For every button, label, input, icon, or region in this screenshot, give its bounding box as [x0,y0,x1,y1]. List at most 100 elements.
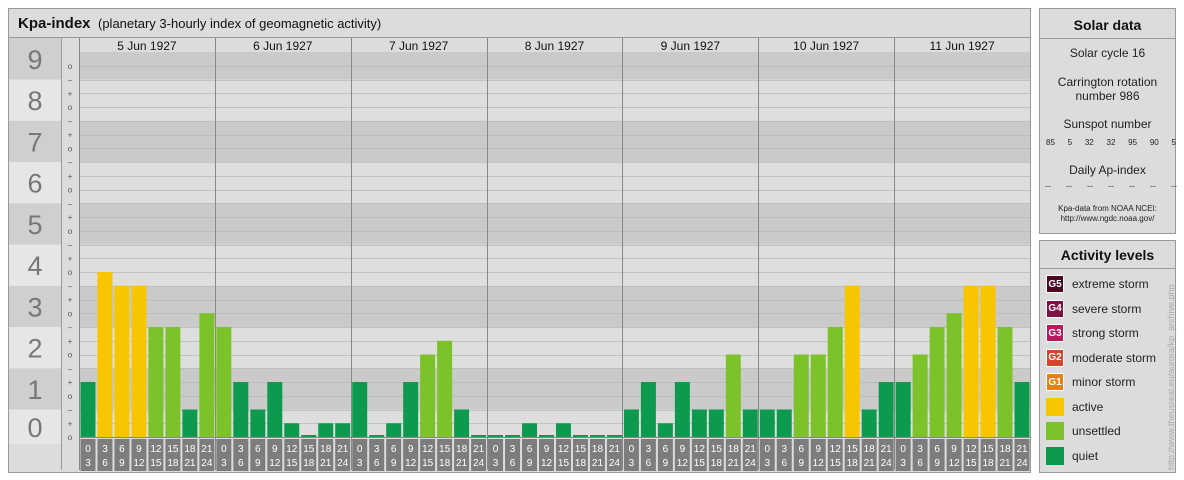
interval-start-label: 6 [798,444,804,455]
kp-bar [742,409,758,437]
interval-end-label: 12 [133,458,145,469]
interval-start-label: 0 [357,444,363,455]
interval-end-label: 15 [558,458,570,469]
kp-bar [114,285,130,437]
interval-start-label: 15 [439,444,451,455]
interval-end-label: 24 [337,458,349,469]
interval-start-label: 18 [592,444,604,455]
interval-end-label: 3 [900,458,906,469]
legend-label: extreme storm [1072,277,1149,291]
interval-start-label: 12 [150,444,162,455]
day-header-label: 7 Jun 1927 [389,39,449,53]
interval-end-label: 15 [150,458,162,469]
y-subtick-label: + [68,337,73,346]
legend-label: quiet [1072,448,1099,463]
kp-bar [267,382,283,437]
kp-bar [793,354,809,437]
activity-title-divider [1040,268,1175,269]
interval-end-label: 21 [864,458,876,469]
kp-bar [844,285,860,437]
kp-bar [725,354,741,437]
kp-bar [759,409,775,437]
y-subtick-label: o [68,103,73,112]
sunspot-value: 5 [1067,138,1073,147]
y-subtick-label: – [68,241,73,250]
interval-end-label: 12 [949,458,961,469]
carrington-line-2: number 986 [1075,89,1140,103]
y-tick-label: 5 [27,210,42,240]
kp-chart-panel: Kpa-index (planetary 3-hourly index of g… [8,8,1031,473]
y-subtick-label: + [68,296,73,305]
ap-value: -- [1171,181,1177,191]
data-credit-link[interactable]: http://www.ngdc.noaa.gov/ [1040,214,1175,224]
y-tick-label: 2 [27,334,42,364]
interval-end-label: 6 [510,458,516,469]
ap-value: -- [1150,181,1156,191]
y-subtick-label: o [68,433,73,442]
interval-start-label: 6 [934,444,940,455]
interval-end-label: 9 [663,458,669,469]
kp-bar [233,382,249,437]
band-3 [79,285,1030,327]
ap-index-title: Daily Ap-index [1069,163,1146,177]
interval-end-label: 6 [374,458,380,469]
interval-end-label: 18 [575,458,587,469]
interval-end-label: 21 [728,458,740,469]
legend-label: unsettled [1072,424,1121,438]
interval-end-label: 15 [966,458,978,469]
kp-bar [539,435,554,437]
interval-end-label: 6 [646,458,652,469]
interval-start-label: 15 [303,444,315,455]
y-subtick-label: o [68,392,73,401]
interval-start-label: 3 [102,444,108,455]
kp-bar [640,382,656,437]
ap-value: -- [1108,181,1114,191]
interval-end-label: 15 [694,458,706,469]
carrington-line-1: Carrington rotation [1057,75,1158,89]
y-subtick-label: + [68,89,73,98]
y-tick-label: 7 [27,127,42,157]
y-subtick-label: o [68,227,73,236]
kp-bar [674,382,690,437]
kp-bar [284,423,300,437]
interval-end-label: 9 [934,458,940,469]
interval-start-label: 15 [847,444,859,455]
kp-bar [963,285,979,437]
legend-label: moderate storm [1072,350,1157,365]
y-subtick-label: + [68,378,73,387]
sunspot-value: 32 [1106,138,1116,147]
interval-end-label: 3 [221,458,227,469]
y-tick-label: 4 [27,251,42,281]
legend-item: quiet [1046,446,1098,466]
interval-start-label: 0 [629,444,635,455]
y-subtick-label: – [68,323,73,332]
kp-bar [929,326,945,437]
activity-levels-title: Activity levels [1060,247,1155,263]
interval-start-label: 18 [184,444,196,455]
y-subtick-label: + [68,419,73,428]
kp-bar [369,435,385,437]
interval-end-label: 9 [391,458,397,469]
kp-bar [827,326,843,437]
band-9 [79,52,1030,80]
ap-index-values: -- -- -- -- -- -- -- [1045,181,1177,191]
interval-end-label: 12 [813,458,825,469]
interval-end-label: 21 [184,458,196,469]
kp-bar [708,409,724,437]
interval-start-label: 18 [728,444,740,455]
y-tick-label: 0 [27,413,42,443]
kp-bar [878,382,894,437]
interval-end-label: 6 [917,458,923,469]
interval-start-label: 3 [238,444,244,455]
band-8 [79,79,1030,121]
legend-swatch: G5 [1046,275,1064,293]
kp-bar [980,285,996,437]
interval-end-label: 9 [527,458,533,469]
band-4 [79,244,1030,286]
y-subtick-label: – [68,364,73,373]
interval-end-label: 18 [982,458,994,469]
y-tick-label: 9 [27,45,42,75]
band-6 [79,162,1030,204]
interval-start-label: 18 [999,444,1011,455]
legend-label: minor storm [1072,375,1136,389]
